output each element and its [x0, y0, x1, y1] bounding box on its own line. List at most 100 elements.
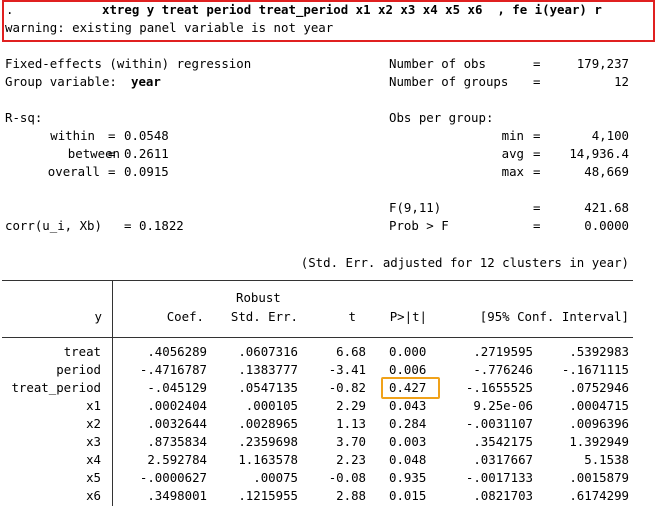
row-coef: .3498001 [147, 488, 207, 503]
between-value: 0.2611 [124, 146, 169, 161]
row-ci-high: -.1671115 [561, 362, 629, 377]
corr-eq: = [124, 218, 132, 233]
row-coef: -.4716787 [139, 362, 207, 377]
row-coef: -.045129 [147, 380, 207, 395]
prob-label: Prob > F [389, 218, 449, 233]
warning-message: warning: existing panel variable is not … [5, 20, 334, 35]
row-ci-high: .5392983 [569, 344, 629, 359]
corr-label: corr(u_i, Xb) [5, 218, 102, 233]
overall-eq: = [108, 164, 116, 179]
row-p: 0.000 [389, 344, 427, 359]
max-value: 48,669 [584, 164, 629, 179]
between-eq: = [108, 146, 116, 161]
row-t: 2.29 [336, 398, 366, 413]
f-value: 421.68 [584, 200, 629, 215]
within-value: 0.0548 [124, 128, 169, 143]
table-divider [112, 280, 113, 506]
overall-value: 0.0915 [124, 164, 169, 179]
command-prompt: . [6, 2, 14, 17]
min-value: 4,100 [591, 128, 629, 143]
row-var: x5 [86, 470, 101, 485]
row-coef: 2.592784 [147, 452, 207, 467]
corr-value: 0.1822 [139, 218, 184, 233]
col-se: Std. Err. [230, 309, 298, 324]
row-ci-high: 1.392949 [569, 434, 629, 449]
within-label: within [50, 128, 95, 143]
row-coef: -.0000627 [139, 470, 207, 485]
min-label: min [501, 128, 524, 143]
row-ci-high: .0752946 [569, 380, 629, 395]
row-ci-low: -.776246 [473, 362, 533, 377]
row-var: x6 [86, 488, 101, 503]
row-ci-low: .0821703 [473, 488, 533, 503]
row-coef: .0032644 [147, 416, 207, 431]
row-ci-high: .0015879 [569, 470, 629, 485]
nobs-value: 179,237 [576, 56, 629, 71]
row-var: x3 [86, 434, 101, 449]
row-p: 0.427 [389, 380, 427, 395]
row-se: .0607316 [238, 344, 298, 359]
row-ci-low: -.0031107 [465, 416, 533, 431]
row-coef: .4056289 [147, 344, 207, 359]
row-var: x1 [86, 398, 101, 413]
row-coef: .0002404 [147, 398, 207, 413]
row-var: x2 [86, 416, 101, 431]
row-p: 0.006 [389, 362, 427, 377]
row-ci-low: 9.25e-06 [473, 398, 533, 413]
row-p: 0.284 [389, 416, 427, 431]
col-p: P>|t| [389, 309, 427, 324]
row-ci-high: .0004715 [569, 398, 629, 413]
prob-value: 0.0000 [584, 218, 629, 233]
row-se: .0028965 [238, 416, 298, 431]
between-label: between [67, 146, 120, 161]
nobs-label: Number of obs [389, 56, 486, 71]
row-se: .1215955 [238, 488, 298, 503]
row-t: 2.88 [336, 488, 366, 503]
row-coef: .8735834 [147, 434, 207, 449]
obs-per-group-label: Obs per group: [389, 110, 494, 125]
row-var: period [56, 362, 101, 377]
row-t: 1.13 [336, 416, 366, 431]
ngroups-label: Number of groups [389, 74, 509, 89]
stata-results-window: . xtreg y treat period treat_period x1 x… [0, 0, 659, 506]
avg-label: avg [501, 146, 524, 161]
row-p: 0.048 [389, 452, 427, 467]
rsq-label: R-sq: [5, 110, 43, 125]
row-se: .2359698 [238, 434, 298, 449]
table-header-rule [2, 337, 633, 338]
col-coef: Coef. [166, 309, 204, 324]
row-t: 3.70 [336, 434, 366, 449]
row-var: treat [63, 344, 101, 359]
row-p: 0.935 [389, 470, 427, 485]
row-se: .1383777 [238, 362, 298, 377]
row-ci-high: 5.1538 [584, 452, 629, 467]
ngroups-value: 12 [614, 74, 629, 89]
max-label: max [501, 164, 524, 179]
row-se: 1.163578 [238, 452, 298, 467]
se-note: (Std. Err. adjusted for 12 clusters in y… [300, 255, 629, 270]
row-p: 0.015 [389, 488, 427, 503]
row-se: .0547135 [238, 380, 298, 395]
row-ci-low: .0317667 [473, 452, 533, 467]
col-robust: Robust [236, 290, 281, 305]
row-se: .00075 [253, 470, 298, 485]
overall-label: overall [47, 164, 100, 179]
row-ci-low: -.0017133 [465, 470, 533, 485]
row-t: 6.68 [336, 344, 366, 359]
col-t: t [348, 309, 356, 324]
row-var: treat_period [11, 380, 101, 395]
row-ci-low: -.1655525 [465, 380, 533, 395]
model-title: Fixed-effects (within) regression [5, 56, 252, 71]
avg-value: 14,936.4 [569, 146, 629, 161]
row-t: -0.08 [328, 470, 366, 485]
row-t: 2.23 [336, 452, 366, 467]
row-t: -0.82 [328, 380, 366, 395]
row-t: -3.41 [328, 362, 366, 377]
row-p: 0.003 [389, 434, 427, 449]
within-eq: = [108, 128, 116, 143]
f-label: F(9,11) [389, 200, 442, 215]
row-se: .000105 [245, 398, 298, 413]
row-var: x4 [86, 452, 101, 467]
group-variable-label: Group variable: [5, 74, 117, 89]
row-ci-low: .2719595 [473, 344, 533, 359]
